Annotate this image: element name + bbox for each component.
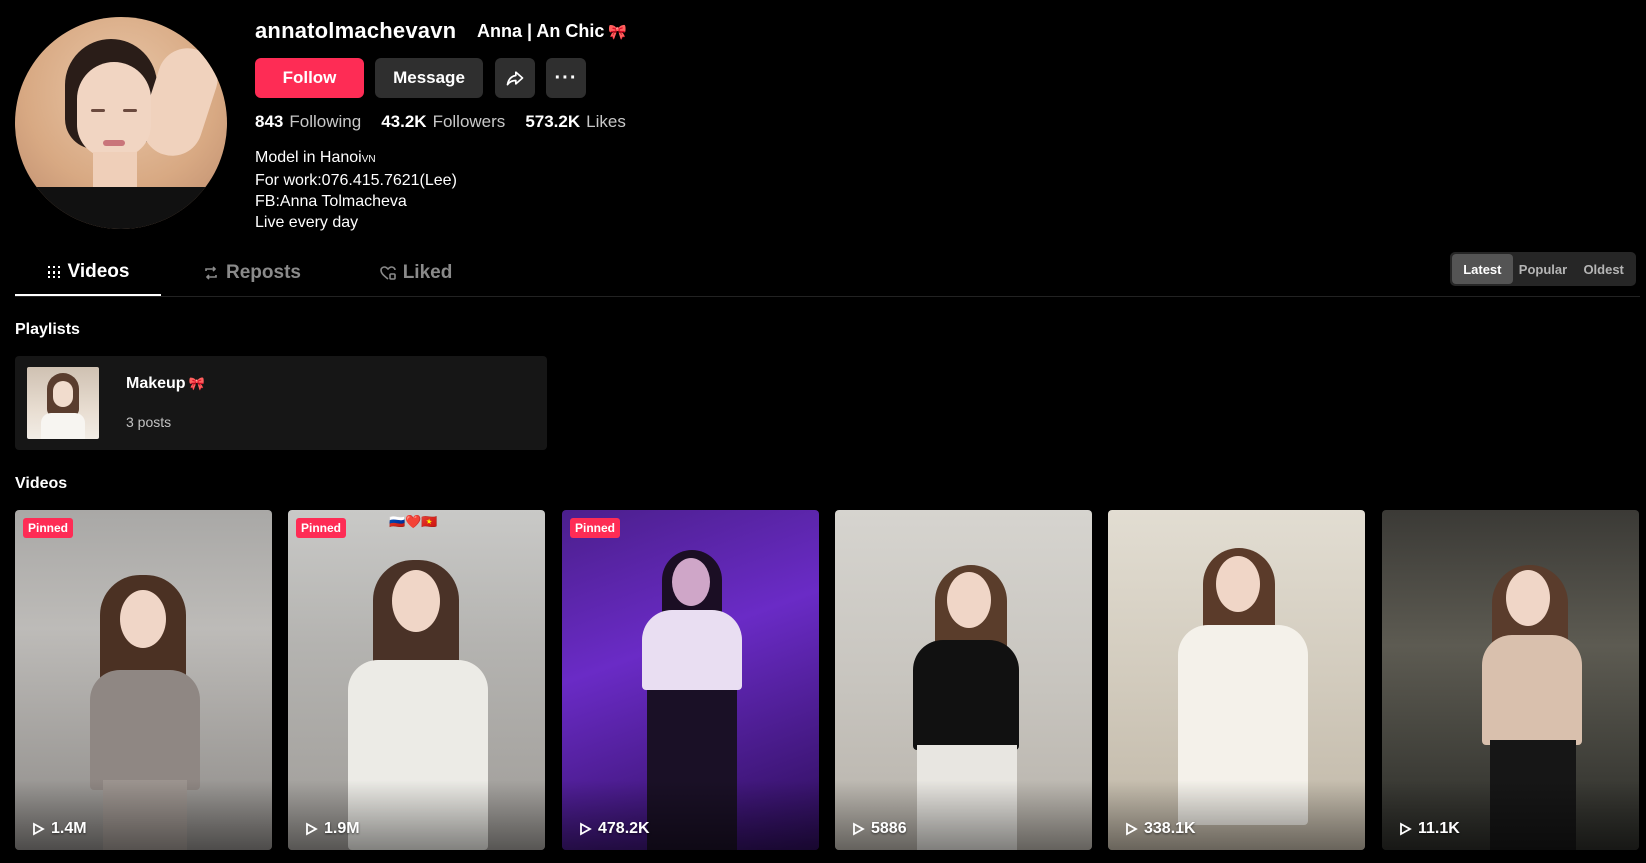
followers-stat[interactable]: 43.2K Followers bbox=[381, 112, 505, 132]
tab-videos-label: Videos bbox=[67, 261, 130, 282]
video-views: 1.9M bbox=[304, 820, 360, 838]
pinned-badge: Pinned bbox=[296, 518, 347, 538]
followers-count: 43.2K bbox=[381, 112, 427, 131]
tab-reposts-label: Reposts bbox=[226, 262, 301, 283]
playlists-heading: Playlists bbox=[15, 321, 80, 338]
play-icon bbox=[306, 822, 318, 836]
grid-icon bbox=[47, 266, 60, 278]
ribbon-emoji: 🎀 bbox=[188, 376, 205, 391]
ribbon-emoji: 🎀 bbox=[608, 24, 628, 41]
more-icon: ··· bbox=[554, 66, 578, 89]
bio-line-3: FB:Anna Tolmacheva bbox=[255, 193, 407, 210]
profile-bio: Model in HanoiVN For work:076.415.7621(L… bbox=[255, 147, 457, 233]
play-icon bbox=[1400, 822, 1412, 836]
message-button[interactable]: Message bbox=[375, 58, 483, 98]
following-stat[interactable]: 843 Following bbox=[255, 112, 361, 132]
play-icon bbox=[853, 822, 865, 836]
video-views: 338.1K bbox=[1124, 820, 1196, 838]
profile-avatar[interactable] bbox=[15, 17, 227, 229]
tabs-divider bbox=[15, 296, 1640, 297]
following-label: Following bbox=[289, 112, 362, 131]
sort-latest[interactable]: Latest bbox=[1452, 254, 1513, 284]
video-views: 1.4M bbox=[31, 820, 87, 838]
profile-tabs: Videos Reposts Liked bbox=[15, 250, 489, 296]
video-views: 5886 bbox=[851, 820, 907, 838]
sort-toggle: Latest Popular Oldest bbox=[1450, 252, 1636, 286]
tab-videos[interactable]: Videos bbox=[15, 250, 161, 296]
videos-heading: Videos bbox=[15, 475, 68, 492]
playlist-card[interactable]: Makeup 🎀 3 posts bbox=[15, 356, 547, 450]
likes-count: 573.2K bbox=[525, 112, 581, 131]
likes-stat: 573.2K Likes bbox=[525, 112, 626, 132]
nickname-text: Anna | An Chic bbox=[477, 21, 605, 41]
following-count: 843 bbox=[255, 112, 284, 131]
follow-button[interactable]: Follow bbox=[255, 58, 364, 98]
play-icon bbox=[33, 822, 45, 836]
profile-stats: 843 Following 43.2K Followers 573.2K Likes bbox=[255, 112, 626, 132]
video-card[interactable]: 5886 bbox=[835, 510, 1092, 850]
share-button[interactable] bbox=[495, 58, 535, 98]
play-icon bbox=[1126, 822, 1138, 836]
pinned-badge: Pinned bbox=[570, 518, 621, 538]
flags-overlay: 🇷🇺❤️🇻🇳 bbox=[389, 514, 438, 529]
vn-flag-text: VN bbox=[361, 154, 376, 165]
likes-label: Likes bbox=[586, 112, 626, 131]
profile-username: annatolmachevavn bbox=[255, 18, 457, 43]
video-card[interactable]: Pinned 1.4M bbox=[15, 510, 272, 850]
tab-liked[interactable]: Liked bbox=[343, 250, 489, 296]
more-options-button[interactable]: ··· bbox=[546, 58, 586, 98]
repost-icon bbox=[205, 266, 217, 280]
playlist-thumbnail bbox=[27, 367, 99, 439]
pinned-badge: Pinned bbox=[23, 518, 74, 538]
sort-oldest[interactable]: Oldest bbox=[1573, 254, 1634, 284]
video-card[interactable]: Pinned 478.2K bbox=[562, 510, 819, 850]
bio-line-2: For work:076.415.7621(Lee) bbox=[255, 172, 457, 189]
tab-reposts[interactable]: Reposts bbox=[179, 250, 325, 296]
video-card[interactable]: 11.1K bbox=[1382, 510, 1639, 850]
video-views: 478.2K bbox=[578, 820, 650, 838]
followers-label: Followers bbox=[432, 112, 506, 131]
playlist-post-count: 3 posts bbox=[126, 414, 172, 430]
bio-line-1: Model in HanoiVN bbox=[255, 149, 376, 166]
video-views: 11.1K bbox=[1398, 820, 1460, 838]
video-card[interactable]: 338.1K bbox=[1108, 510, 1365, 850]
video-card[interactable]: 🇷🇺❤️🇻🇳 Pinned 1.9M bbox=[288, 510, 545, 850]
share-icon bbox=[506, 71, 524, 86]
heart-lock-icon bbox=[379, 266, 396, 280]
sort-popular[interactable]: Popular bbox=[1513, 254, 1574, 284]
playlist-name: Makeup 🎀 bbox=[126, 375, 205, 392]
tab-liked-label: Liked bbox=[402, 262, 453, 283]
profile-nickname: Anna | An Chic 🎀 bbox=[477, 21, 627, 42]
play-icon bbox=[580, 822, 592, 836]
bio-line-4: Live every day bbox=[255, 214, 359, 231]
